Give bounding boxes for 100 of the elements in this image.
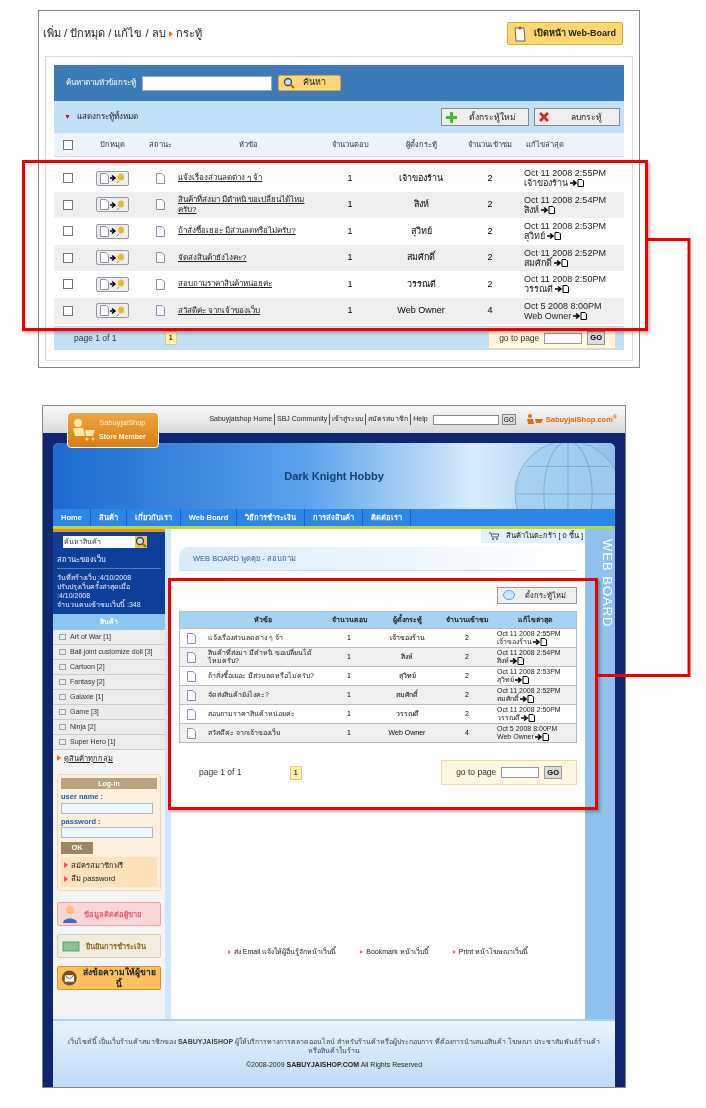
author-name: Web Owner — [396, 304, 446, 317]
delete-topic-button[interactable]: ลบกระทู้ — [534, 108, 620, 126]
document-icon — [186, 689, 196, 701]
document-icon — [99, 305, 109, 317]
view-count: 2 — [486, 171, 494, 185]
page-input[interactable] — [501, 767, 540, 778]
topic-search-field[interactable] — [142, 75, 272, 91]
person-icon — [62, 905, 78, 924]
triangle-icon — [227, 949, 231, 954]
author-name: สิงห์ — [412, 198, 430, 211]
last-editor: เจ้าของร้าน — [524, 178, 568, 189]
document-icon — [186, 651, 196, 663]
username-field[interactable] — [61, 802, 153, 814]
last-edit-date: Oct 11 2008 2:53PM — [524, 221, 607, 232]
last-editor: สุวิทย์ — [524, 231, 545, 242]
page-link[interactable]: 1 — [289, 765, 302, 780]
reply-count: 1 — [346, 198, 354, 211]
arrow-pin-icon — [109, 252, 125, 263]
triangle-icon — [64, 114, 71, 120]
view-count: 2 — [486, 224, 494, 238]
pin-button[interactable] — [95, 170, 129, 186]
arrow-document-icon — [534, 733, 549, 741]
view-count: 2 — [486, 251, 494, 264]
last-editor: สิงห์ — [524, 204, 539, 215]
arrow-pin-icon — [109, 305, 125, 316]
topic-link[interactable]: สวัสดีค่ะ จากเจ้าของเว็บ — [178, 305, 318, 316]
topic-link[interactable]: สอบถามราคาสินค้าหน่อยค่ะ — [178, 279, 318, 290]
triangle-icon — [452, 949, 456, 954]
status-icon — [155, 278, 165, 290]
topic-link[interactable]: สินค้าที่ส่งมา มีตำหนิ ขอเปลี่ยนได้ไหมครับ? — [178, 194, 318, 215]
arrow-pin-icon — [109, 279, 125, 290]
last-edit-date: Oct 11 2008 2:54PM — [524, 194, 607, 205]
document-icon — [99, 252, 109, 264]
search-icon — [135, 536, 147, 548]
document-icon — [99, 225, 109, 237]
checkbox[interactable] — [63, 226, 73, 237]
envelope-icon — [62, 970, 77, 987]
page-info: page 1 of 1 — [74, 331, 117, 345]
search-button[interactable] — [135, 536, 147, 548]
view-count: 2 — [486, 277, 494, 291]
pin-button[interactable] — [95, 250, 129, 266]
page-input[interactable] — [544, 332, 583, 344]
breadcrumb-path: เพิ่ม / ปักหมุด / แก้ไข / ลบ — [43, 25, 166, 42]
arrow-pin-icon — [109, 173, 125, 184]
sidebar-banner[interactable]: ส่งข้อความให้ผู้ขายนี้ — [57, 966, 161, 991]
pin-button[interactable] — [95, 223, 129, 239]
last-editor: วรรณดี — [524, 284, 553, 295]
status-icon — [155, 252, 165, 264]
close-icon — [539, 112, 549, 122]
last-editor: สมศักดิ์ — [524, 257, 552, 268]
view-count: 2 — [486, 198, 494, 211]
document-icon — [186, 670, 196, 682]
search-button[interactable]: ค้นหา — [278, 75, 341, 91]
status-icon — [155, 199, 165, 211]
checkbox[interactable] — [63, 252, 73, 263]
pin-button[interactable] — [95, 197, 129, 213]
checkbox[interactable] — [63, 279, 73, 290]
author-name: สุวิทย์ — [409, 224, 433, 238]
page-link[interactable]: 1 — [164, 331, 177, 345]
arrow-document-icon — [541, 205, 555, 214]
status-icon — [155, 305, 165, 317]
arrow-document-icon — [570, 179, 584, 188]
document-icon — [186, 632, 196, 644]
checkbox[interactable] — [63, 139, 73, 150]
new-topic-button[interactable]: ตั้งกระทู้ใหม่ — [441, 108, 529, 126]
speech-bubble-icon — [503, 590, 515, 601]
goto-label: go to page — [499, 331, 540, 345]
checkbox[interactable] — [63, 173, 73, 184]
triangle-icon — [168, 30, 173, 37]
arrow-pin-icon — [109, 199, 125, 210]
page-info: page 1 of 1 — [199, 766, 242, 779]
password-field[interactable] — [61, 826, 153, 838]
topic-link[interactable]: จัดส่งสินค้ายังไงคะ? — [178, 252, 318, 263]
pin-button[interactable] — [95, 276, 129, 292]
last-editor: Web Owner — [524, 310, 572, 321]
open-webboard-button[interactable]: เปิดหน้า Web-Board — [506, 22, 623, 45]
view-count: 4 — [486, 304, 494, 317]
reply-count: 1 — [346, 304, 354, 317]
search-label: ค้นหาตามหัวข้อกระทู้ — [66, 77, 136, 89]
checkbox[interactable] — [63, 305, 73, 316]
reply-count: 1 — [346, 251, 354, 264]
checkbox[interactable] — [63, 199, 73, 210]
pin-button[interactable] — [95, 303, 129, 319]
goto-label: go to page — [456, 766, 497, 779]
topic-link[interactable]: แจ้งเรื่องส่วนลดต่าง ๆ จ้า — [178, 173, 318, 184]
document-icon — [186, 708, 196, 720]
search-icon — [283, 77, 295, 89]
reply-count: 1 — [346, 277, 354, 291]
reply-count: 1 — [346, 171, 354, 185]
arrow-document-icon — [573, 311, 588, 320]
last-edit-date: Oct 11 2008 2:50PM — [524, 274, 607, 285]
show-all-toggle[interactable]: แสดงกระทู้ทั้งหมด — [64, 111, 138, 123]
topic-link[interactable]: ถ้าสั่งซื้อเยอะ มีส่วนลดหรือไม่ครับ? — [178, 226, 318, 237]
arrow-document-icon — [554, 258, 568, 267]
reply-count: 1 — [346, 224, 354, 238]
status-icon — [155, 225, 165, 237]
last-edit-date: Oct 5 2008 8:00PM — [524, 300, 603, 311]
site-search-field[interactable] — [432, 414, 499, 425]
author-name: สมศักดิ์ — [406, 251, 437, 264]
person-cart-icon — [71, 418, 97, 442]
